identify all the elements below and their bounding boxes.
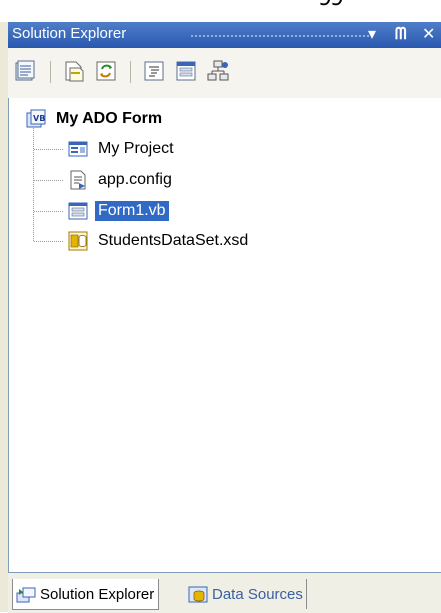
- form-icon: [67, 200, 89, 222]
- tree-item-my-project[interactable]: My Project: [67, 136, 177, 162]
- vb-project-icon: VB: [25, 108, 47, 130]
- tree-item-label: My Project: [98, 140, 174, 157]
- toolbar-separator: [130, 61, 131, 83]
- tab-label: Solution Explorer: [40, 585, 155, 603]
- tree-item-label: StudentsDataSet.xsd: [98, 232, 249, 249]
- tab-solution-explorer[interactable]: Solution Explorer: [12, 579, 160, 610]
- show-all-files-icon[interactable]: [62, 59, 86, 83]
- tree-connector: [34, 180, 64, 181]
- tree-root-node[interactable]: VB My ADO Form: [25, 106, 165, 132]
- properties-icon[interactable]: [14, 59, 38, 83]
- tree-connector: [34, 241, 64, 242]
- toolbar-separator: [50, 61, 51, 83]
- tree-item-label: Form1.vb: [95, 201, 169, 221]
- panel-tab-strip: Solution Explorer Data Sources: [8, 572, 441, 613]
- title-bar-grip: [190, 34, 370, 38]
- tree-item-form1[interactable]: Form1.vb: [67, 198, 169, 224]
- panel-title-bar[interactable]: Solution Explorer ▾ ᗰ ✕: [8, 22, 441, 48]
- tree-item-students-dataset[interactable]: StudentsDataSet.xsd: [67, 228, 251, 254]
- view-designer-icon[interactable]: [174, 59, 198, 83]
- tab-label: Data Sources: [212, 585, 303, 603]
- refresh-icon[interactable]: [94, 59, 118, 83]
- tree-connector: [34, 211, 64, 212]
- my-project-icon: [67, 138, 89, 160]
- config-file-icon: [67, 169, 89, 191]
- solution-tree: VB My ADO Form My Project app.config For…: [8, 98, 441, 572]
- solution-explorer-icon: [15, 583, 37, 605]
- tree-item-label: app.config: [98, 171, 172, 188]
- window-top-edge: 99: [0, 0, 441, 22]
- panel-title: Solution Explorer: [12, 25, 127, 42]
- dataset-icon: [67, 230, 89, 252]
- tree-node-label: My ADO Form: [56, 110, 163, 127]
- class-diagram-icon[interactable]: [206, 59, 230, 83]
- auto-hide-pin-icon[interactable]: ᗰ: [395, 24, 407, 44]
- window-position-dropdown-icon[interactable]: ▾: [368, 24, 376, 43]
- solution-explorer-window: 99 Solution Explorer ▾ ᗰ ✕: [0, 0, 441, 613]
- tree-item-app-config[interactable]: app.config: [67, 167, 175, 193]
- tree-connector: [34, 149, 64, 150]
- data-sources-icon: [187, 583, 209, 605]
- svg-text:VB: VB: [33, 114, 45, 123]
- close-icon[interactable]: ✕: [422, 24, 435, 43]
- tab-data-sources[interactable]: Data Sources: [184, 579, 307, 609]
- clipped-text-fragment: 99: [318, 0, 344, 11]
- view-code-icon[interactable]: [142, 59, 166, 83]
- tree-connector: [33, 128, 34, 241]
- solution-explorer-toolbar: [8, 48, 441, 99]
